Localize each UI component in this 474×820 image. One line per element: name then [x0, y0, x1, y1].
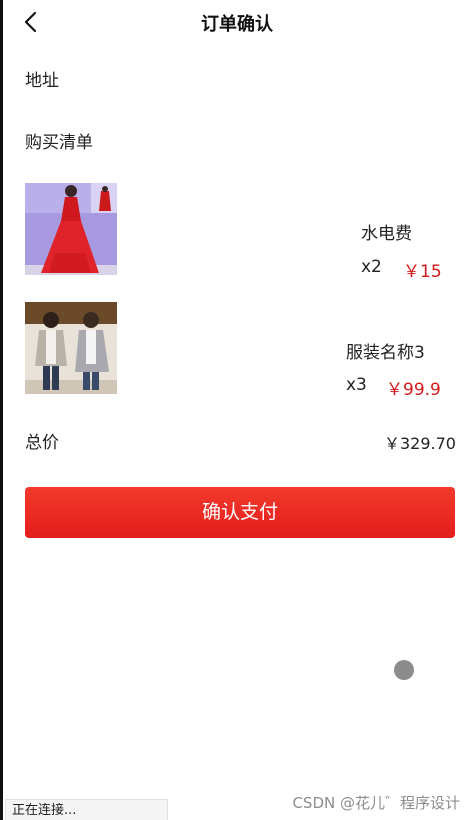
floating-assistive-button[interactable] [394, 660, 414, 680]
order-confirm-page: 订单确认 地址 购买清单 水电费 x2 ￥15 服装名称3 x3 ￥99.9 总… [0, 0, 474, 820]
product-image [25, 302, 117, 394]
window-left-border [0, 0, 3, 820]
item-name: 水电费 [361, 224, 412, 244]
confirm-pay-button[interactable]: 确认支付 [25, 487, 455, 538]
watermark: CSDN @花儿゛程序设计 [292, 794, 460, 812]
nav-header: 订单确认 [0, 0, 474, 44]
address-label[interactable]: 地址 [25, 66, 59, 91]
product-image [25, 183, 117, 275]
item-price: ￥99.9 [386, 380, 441, 400]
item-name: 服装名称3 [346, 343, 425, 363]
item-quantity: x2 [361, 257, 382, 277]
total-label: 总价 [25, 433, 59, 453]
page-title: 订单确认 [201, 14, 273, 35]
purchase-list-label: 购买清单 [25, 133, 93, 153]
total-price: ￥329.70 [384, 434, 456, 453]
item-quantity: x3 [346, 375, 367, 395]
connection-status: 正在连接... [5, 799, 168, 820]
list-item[interactable]: 服装名称3 x3 ￥99.9 [25, 302, 457, 400]
item-price: ￥15 [403, 262, 442, 282]
list-item[interactable]: 水电费 x2 ￥15 [25, 183, 457, 282]
